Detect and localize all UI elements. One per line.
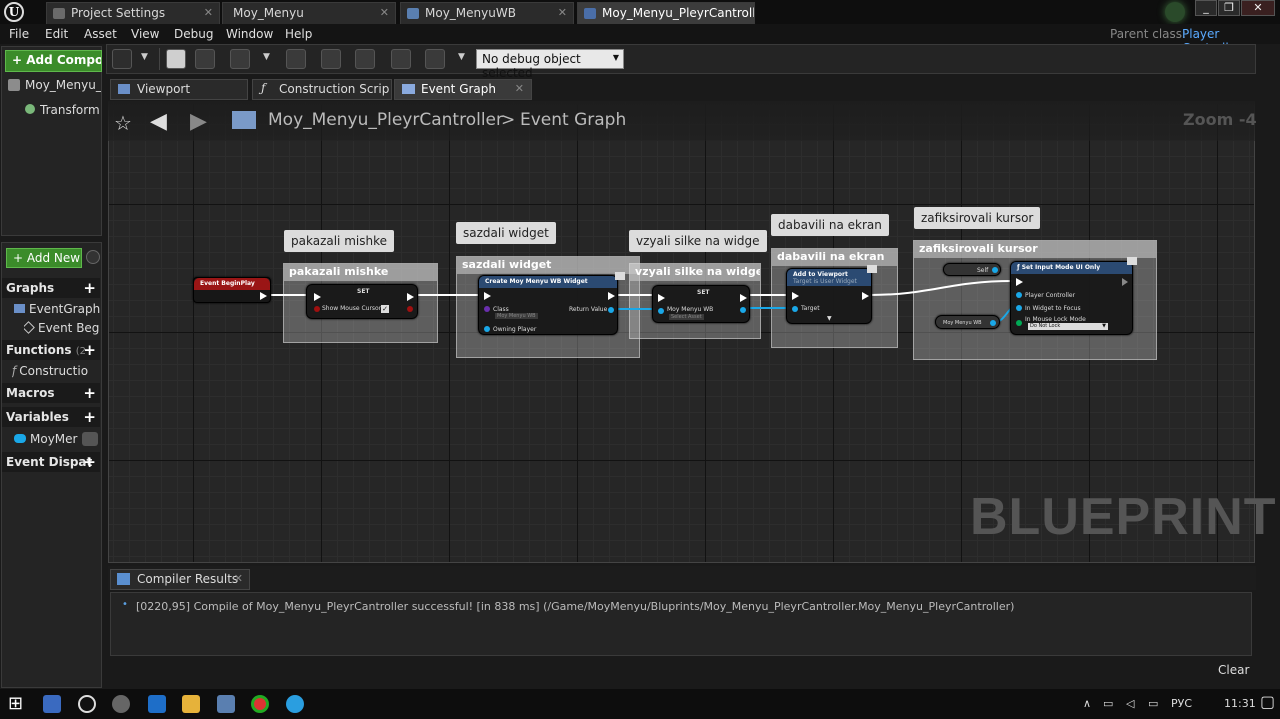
exec-in-pin[interactable]: [1016, 278, 1023, 286]
checkbox-checked-icon[interactable]: ✓: [381, 305, 389, 313]
lock-mode-value: Do Not Lock: [1030, 323, 1061, 329]
lock-mode-select[interactable]: Do Not Lock ▼: [1028, 323, 1108, 330]
monitor-icon: [867, 265, 877, 273]
pin-label: In Mouse Lock Mode: [1025, 316, 1086, 323]
create-widget-node[interactable]: Create Moy Menyu WB Widget Class Moy Men…: [478, 275, 618, 335]
set-show-mouse-cursor-node[interactable]: SET Show Mouse Cursor ✓: [306, 284, 418, 319]
self-output-pin[interactable]: [992, 267, 998, 273]
owning-player-pin[interactable]: [484, 326, 490, 332]
battery-icon[interactable]: ▭: [1148, 697, 1158, 710]
bool-input-pin[interactable]: [314, 306, 320, 312]
exec-out-pin[interactable]: [1122, 278, 1128, 286]
app-icon[interactable]: [43, 695, 61, 713]
pin-label: Show Mouse Cursor: [322, 305, 382, 312]
unreal-taskbar-icon[interactable]: [78, 695, 96, 713]
bool-output-pin[interactable]: [407, 306, 413, 312]
self-node[interactable]: Self: [943, 263, 1001, 276]
epic-launcher-icon[interactable]: [112, 695, 130, 713]
exec-in-pin[interactable]: [658, 294, 665, 302]
class-input-pin[interactable]: [484, 306, 490, 312]
exec-in-pin[interactable]: [792, 292, 799, 300]
pin-label: Owning Player: [493, 326, 537, 333]
widget-output-pin[interactable]: [740, 307, 746, 313]
pin-label: Class: [493, 306, 509, 313]
set-widget-variable-node[interactable]: SET Moy Menyu WB Select Asset: [652, 285, 750, 323]
pin-label: Target: [801, 305, 820, 312]
monitor-icon: [1127, 257, 1137, 265]
self-label: Self: [977, 267, 989, 274]
class-select[interactable]: Moy Menyu WB: [495, 313, 538, 319]
tab-label: Compiler Results: [137, 572, 239, 586]
network-icon[interactable]: ▭: [1103, 697, 1113, 710]
pin-label: In Widget to Focus: [1025, 305, 1081, 312]
clear-button[interactable]: Clear: [1218, 663, 1249, 677]
target-pin[interactable]: [792, 306, 798, 312]
node-title: Event BeginPlay: [194, 278, 270, 290]
compiler-message: [0220,95] Compile of Moy_Menyu_PleyrCant…: [136, 600, 1015, 613]
lock-mode-pin[interactable]: [1016, 320, 1022, 326]
volume-icon[interactable]: ◁: [1126, 697, 1134, 710]
exec-in-pin[interactable]: [314, 293, 321, 301]
variable-label: Moy Menyu WB: [943, 320, 982, 326]
language-indicator[interactable]: РУС: [1171, 697, 1192, 710]
node-title: Create Moy Menyu WB Widget: [479, 276, 617, 288]
exec-out-pin[interactable]: [407, 293, 414, 301]
widget-focus-pin[interactable]: [1016, 305, 1022, 311]
node-title: SET: [357, 288, 370, 295]
pin-label: Return Value: [569, 306, 608, 313]
widget-input-pin[interactable]: [658, 308, 664, 314]
exec-in-pin[interactable]: [484, 292, 491, 300]
compiler-icon: [117, 573, 130, 585]
info-bullet-icon: •: [122, 599, 128, 610]
clock[interactable]: 11:31: [1224, 697, 1256, 710]
node-title: Set Input Mode UI Only: [1021, 264, 1101, 271]
telegram-icon[interactable]: [286, 695, 304, 713]
exec-out-pin[interactable]: [740, 294, 747, 302]
node-title: SET: [697, 289, 710, 296]
widget-variable-get-node[interactable]: Moy Menyu WB: [935, 315, 1000, 329]
event-begin-play-node[interactable]: Event BeginPlay: [193, 277, 271, 303]
chevron-down-icon: ▼: [1102, 323, 1106, 329]
close-icon[interactable]: ✕: [234, 572, 243, 585]
node-subtitle: Target is User Widget: [793, 278, 857, 285]
chrome-icon[interactable]: [251, 695, 269, 713]
exec-wire: [869, 280, 1013, 296]
exec-out-pin[interactable]: [862, 292, 869, 300]
node-header: ƒ Set Input Mode UI Only: [1011, 262, 1132, 274]
player-controller-pin[interactable]: [1016, 292, 1022, 298]
pin-label: Moy Menyu WB: [667, 306, 714, 313]
asset-select[interactable]: Select Asset: [669, 314, 704, 320]
exec-out-pin[interactable]: [260, 292, 267, 300]
set-input-mode-node[interactable]: ƒ Set Input Mode UI Only Player Controll…: [1010, 261, 1133, 335]
expand-chevron-icon[interactable]: ▼: [827, 315, 832, 322]
return-value-pin[interactable]: [608, 307, 614, 313]
compiler-tab-bar: [108, 566, 1256, 590]
add-to-viewport-node[interactable]: Add to Viewport Target is User Widget Ta…: [786, 268, 872, 324]
pin-label: Player Controller: [1025, 292, 1076, 299]
exec-out-pin[interactable]: [608, 292, 615, 300]
app-icon[interactable]: [217, 695, 235, 713]
node-title: Add to Viewport: [793, 271, 848, 278]
windows-start-icon[interactable]: ⊞: [8, 693, 23, 714]
app-icon[interactable]: [148, 695, 166, 713]
file-explorer-icon[interactable]: [182, 695, 200, 713]
node-header: Add to Viewport Target is User Widget: [787, 269, 871, 286]
tray-chevron-up-icon[interactable]: ∧: [1083, 697, 1091, 710]
variable-output-pin[interactable]: [990, 320, 996, 326]
monitor-icon: [615, 272, 625, 280]
tab-compiler-results[interactable]: Compiler Results ✕: [110, 569, 250, 590]
notifications-icon[interactable]: ▢: [1260, 692, 1275, 711]
